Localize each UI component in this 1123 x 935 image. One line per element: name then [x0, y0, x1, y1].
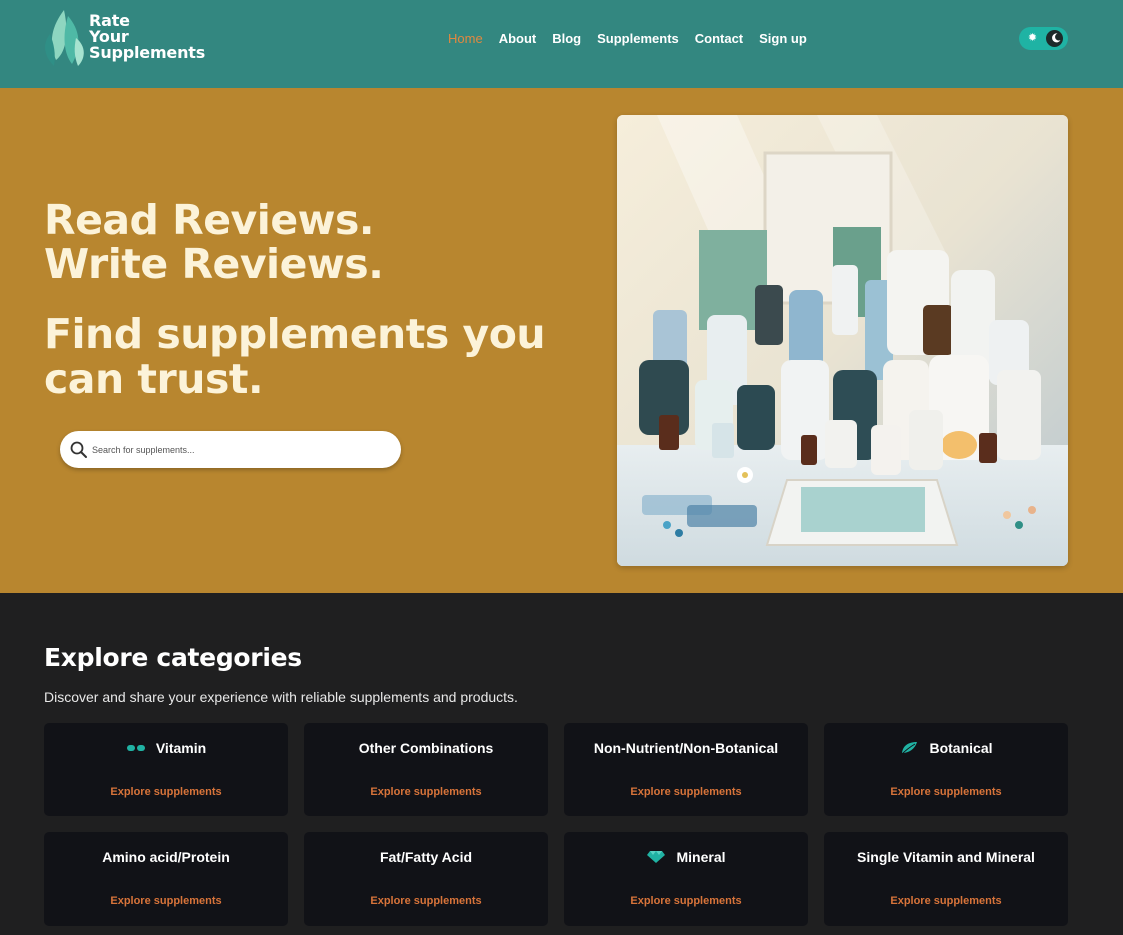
category-card-vitamin[interactable]: Vitamin Explore supplements	[44, 723, 288, 816]
leaf-logo-icon	[45, 10, 84, 66]
category-name: Other Combinations	[358, 740, 494, 756]
supplements-illustration	[617, 115, 1068, 566]
search-input[interactable]	[92, 440, 382, 460]
brand-name: Rate Your Supplements	[89, 13, 205, 61]
category-card-other-combinations[interactable]: Other Combinations Explore supplements	[304, 723, 548, 816]
nav-about[interactable]: About	[499, 31, 537, 46]
nav-sign-up[interactable]: Sign up	[759, 31, 807, 46]
explore-supplements-link[interactable]: Explore supplements	[304, 786, 548, 798]
hero-heading: Read Reviews. Write Reviews.	[44, 196, 384, 288]
explore-supplements-link[interactable]: Explore supplements	[564, 786, 808, 798]
main-nav: Home About Blog Supplements Contact Sign…	[448, 31, 823, 46]
sun-icon: ✹	[1027, 32, 1038, 44]
category-name: Amino acid/Protein	[102, 849, 230, 865]
hero-image	[617, 115, 1068, 566]
hero-line-1: Read Reviews.	[44, 196, 375, 244]
category-card-non-nutrient[interactable]: Non-Nutrient/Non-Botanical Explore suppl…	[564, 723, 808, 816]
explore-supplements-link[interactable]: Explore supplements	[564, 895, 808, 907]
categories-subtitle: Discover and share your experience with …	[44, 689, 518, 705]
category-name: Mineral	[676, 849, 726, 865]
category-name: Fat/Fatty Acid	[379, 849, 473, 865]
category-card-fatty-acid[interactable]: Fat/Fatty Acid Explore supplements	[304, 832, 548, 926]
hero-tagline: Find supplements you can trust.	[44, 310, 546, 403]
explore-supplements-link[interactable]: Explore supplements	[824, 895, 1068, 907]
brand-line-3: Supplements	[89, 43, 206, 62]
explore-supplements-link[interactable]: Explore supplements	[824, 786, 1068, 798]
nav-blog[interactable]: Blog	[552, 31, 581, 46]
explore-supplements-link[interactable]: Explore supplements	[44, 895, 288, 907]
hero-line-2: Write Reviews.	[44, 240, 384, 288]
category-card-botanical[interactable]: Botanical Explore supplements	[824, 723, 1068, 816]
pills-icon	[126, 745, 145, 751]
gem-icon	[647, 851, 666, 863]
hero-section: Read Reviews. Write Reviews. Find supple…	[0, 88, 1123, 593]
nav-supplements[interactable]: Supplements	[597, 31, 679, 46]
search-bar	[60, 431, 401, 468]
category-card-amino-acid[interactable]: Amino acid/Protein Explore supplements	[44, 832, 288, 926]
leaf-icon	[902, 742, 918, 755]
hero-tagline-2: can trust.	[44, 355, 264, 403]
categories-title: Explore categories	[44, 643, 302, 672]
nav-contact[interactable]: Contact	[695, 31, 743, 46]
search-icon[interactable]	[70, 441, 88, 459]
brand-logo[interactable]: Rate Your Supplements	[42, 8, 212, 70]
site-header: Rate Your Supplements Home About Blog Su…	[0, 0, 1123, 88]
moon-icon	[1052, 33, 1061, 43]
category-name: Non-Nutrient/Non-Botanical	[593, 740, 779, 756]
hero-tagline-1: Find supplements you	[44, 310, 546, 358]
category-name: Botanical	[929, 740, 993, 756]
explore-supplements-link[interactable]: Explore supplements	[304, 895, 548, 907]
category-name: Single Vitamin and Mineral	[857, 849, 1035, 865]
category-name: Vitamin	[155, 740, 207, 756]
category-card-mineral[interactable]: Mineral Explore supplements	[564, 832, 808, 926]
category-card-single-vitamin-mineral[interactable]: Single Vitamin and Mineral Explore suppl…	[824, 832, 1068, 926]
nav-home[interactable]: Home	[448, 31, 483, 46]
theme-toggle[interactable]: ✹	[1019, 27, 1068, 50]
explore-supplements-link[interactable]: Explore supplements	[44, 786, 288, 798]
